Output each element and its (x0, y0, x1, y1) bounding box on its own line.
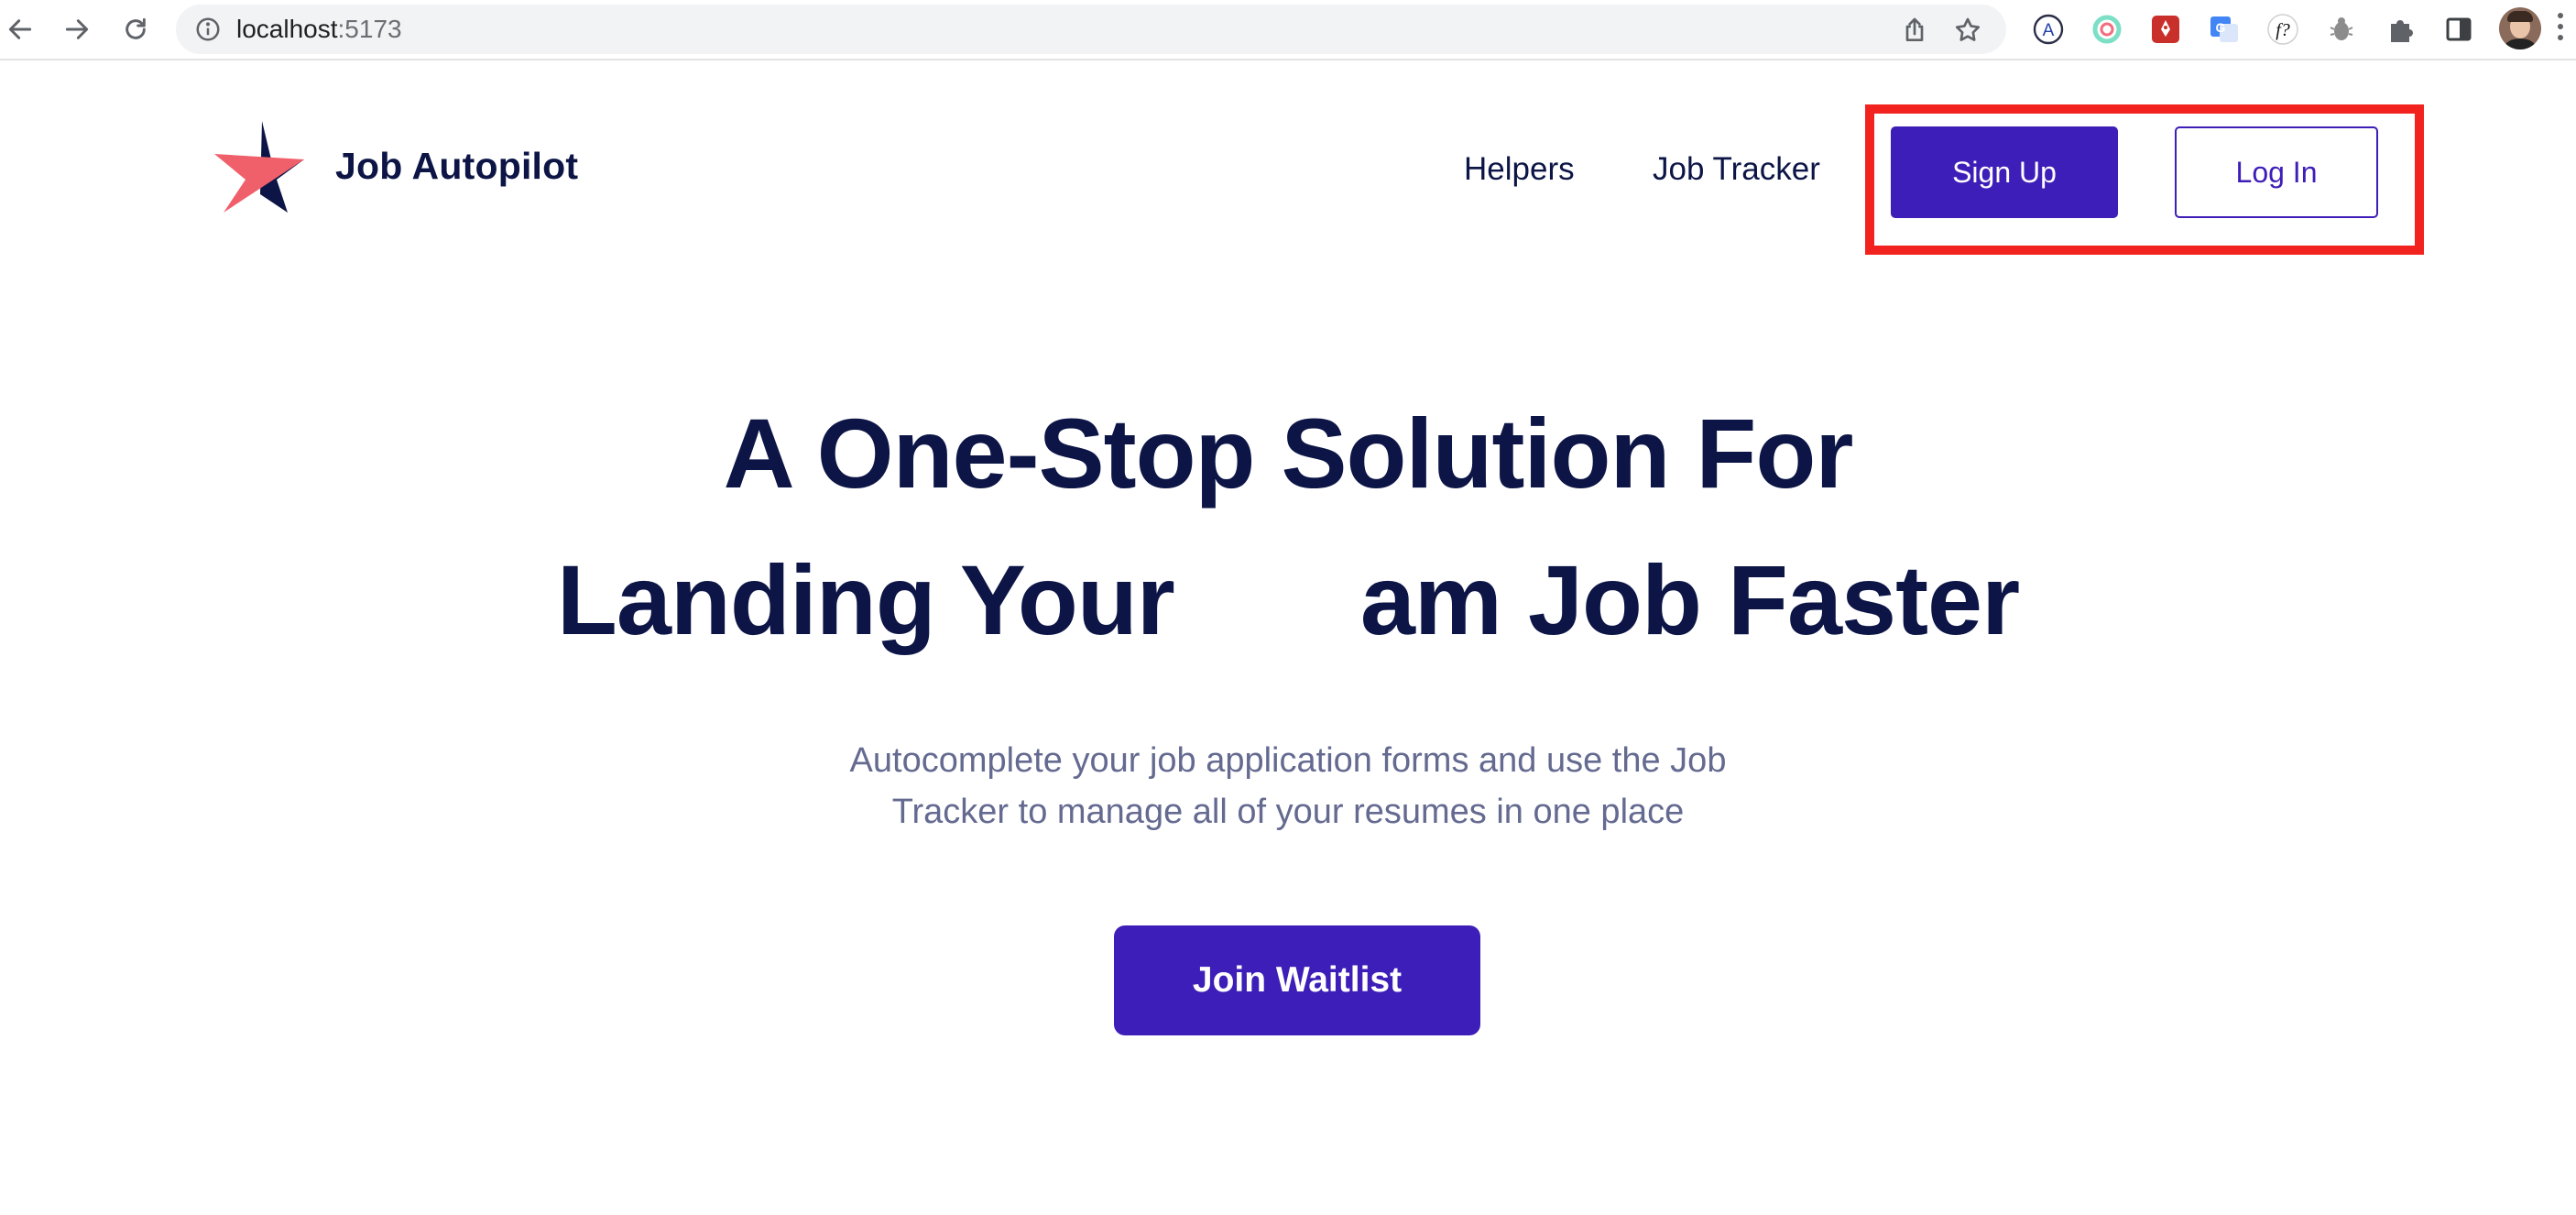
back-arrow-icon[interactable] (0, 9, 40, 49)
sign-up-button[interactable]: Sign Up (1891, 126, 2118, 218)
logo-star-icon[interactable] (214, 121, 304, 213)
translate-a-icon[interactable]: A (2030, 11, 2067, 48)
profile-avatar[interactable] (2499, 7, 2541, 49)
sidepanel-icon[interactable] (2440, 11, 2477, 48)
puzzle-icon[interactable] (2382, 11, 2418, 48)
brand-name[interactable]: Job Autopilot (335, 145, 578, 188)
svg-text:f?: f? (2276, 20, 2290, 40)
google-translate-icon[interactable]: G (2206, 11, 2243, 48)
url-host: localhost (236, 15, 338, 43)
bookmark-star-icon[interactable] (1953, 16, 1982, 45)
nav-link-job-tracker[interactable]: Job Tracker (1653, 151, 1820, 188)
log-in-button[interactable]: Log In (2175, 126, 2378, 218)
share-icon[interactable] (1900, 16, 1929, 45)
menu-kebab-icon[interactable] (2556, 13, 2565, 46)
rocket-ext-icon[interactable] (2147, 11, 2184, 48)
join-waitlist-button[interactable]: Join Waitlist (1114, 925, 1480, 1035)
info-icon[interactable] (194, 16, 222, 43)
forward-arrow-icon[interactable] (57, 9, 97, 49)
bug-icon[interactable] (2323, 11, 2360, 48)
reload-icon[interactable] (115, 9, 156, 49)
font-inspect-icon[interactable]: f? (2265, 11, 2301, 48)
url-port: :5173 (337, 15, 402, 43)
browser-toolbar: localhost:5173 A G f? (0, 0, 2576, 60)
spinner-icon[interactable] (2089, 11, 2125, 48)
url-text: localhost:5173 (236, 16, 402, 43)
hero-subtitle-line-2: Tracker to manage all of your resumes in… (891, 793, 1685, 831)
svg-text:G: G (2216, 20, 2226, 35)
hero-subtitle-line-1: Autocomplete your job application forms … (849, 741, 1727, 780)
address-bar[interactable]: localhost:5173 (176, 5, 2006, 54)
nav-link-helpers[interactable]: Helpers (1464, 151, 1575, 188)
hero-title-line-1: A One-Stop Solution For (723, 398, 1854, 509)
hero-title-line-2: Landing Your am Job Faster (556, 544, 2020, 655)
svg-text:A: A (2043, 21, 2055, 40)
